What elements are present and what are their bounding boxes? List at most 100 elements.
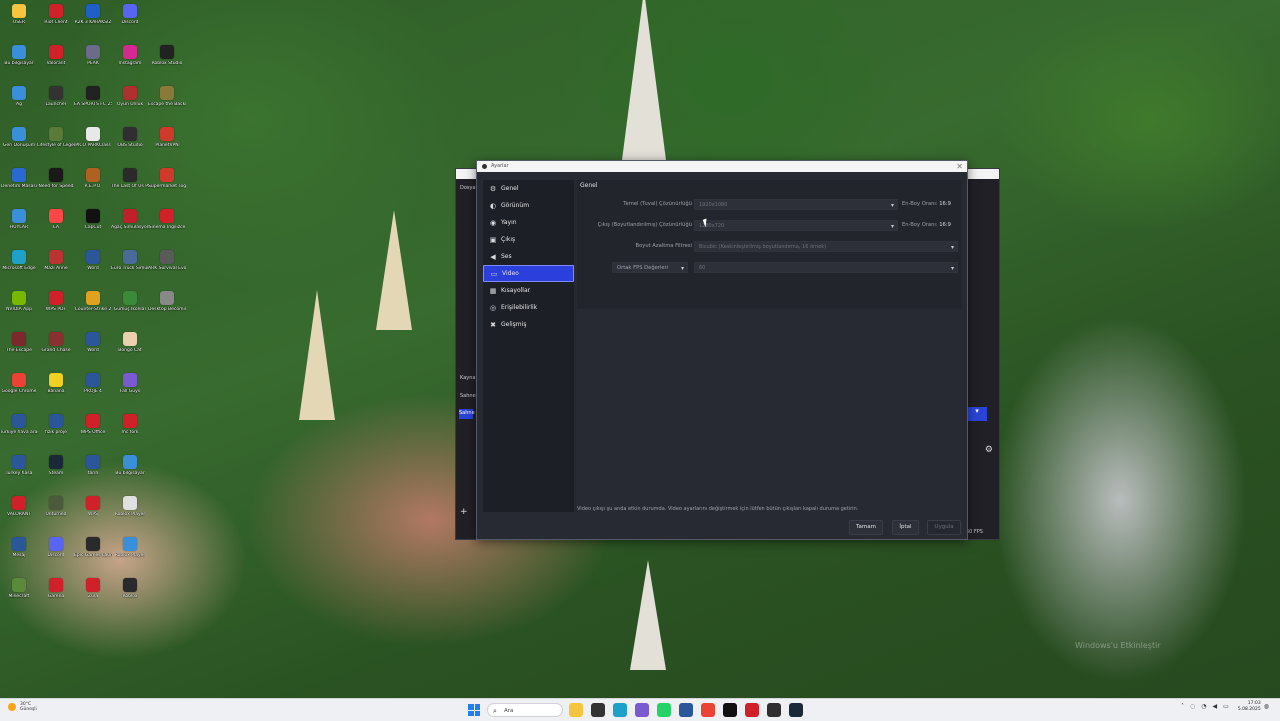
desktop-icon[interactable]: Türkiye hava aracı — [0, 410, 38, 452]
speaker-icon[interactable]: ◀ — [1213, 703, 1218, 710]
terminal-icon[interactable] — [591, 703, 605, 717]
fps-type-combo[interactable]: Ortak FPS Değerleri ▾ — [612, 262, 688, 273]
desktop-icon[interactable]: Turkey hasa — [0, 451, 38, 493]
desktop-icon[interactable]: fizik proje — [37, 410, 75, 452]
wifi-icon[interactable]: ◔ — [1201, 703, 1206, 710]
desktop-icon[interactable]: Need for Speed — [37, 164, 75, 206]
desktop-icon[interactable]: WPS — [74, 492, 112, 534]
notification-icon[interactable]: ◍ — [1264, 703, 1269, 710]
desktop-icon[interactable]: Word — [74, 328, 112, 370]
windows-start-icon[interactable] — [468, 704, 480, 716]
desktop-icon[interactable]: PEAK — [74, 41, 112, 83]
base-resolution-combo[interactable]: 1920x1080 ▾ — [694, 199, 898, 210]
desktop-icon[interactable]: Supermarket Together — [148, 164, 186, 206]
desktop-icon[interactable]: Grand Chase — [37, 328, 75, 370]
desktop-icon[interactable]: Bu bilgisayar — [111, 451, 149, 493]
file-explorer-icon[interactable] — [569, 703, 583, 717]
close-icon[interactable]: ✕ — [956, 161, 963, 172]
desktop-icon[interactable]: Mazı Anne — [37, 246, 75, 288]
desktop-icon[interactable]: Word — [74, 246, 112, 288]
desktop-icon[interactable]: ARK Survival Evolved — [148, 246, 186, 288]
capcut-icon[interactable] — [723, 703, 737, 717]
obs-menu-file[interactable]: Dosya — [460, 185, 476, 191]
desktop-icon[interactable]: Roblox Player — [111, 533, 149, 575]
desktop-icon[interactable]: Banana — [37, 369, 75, 411]
desktop-icon[interactable]: Google Chrome — [0, 369, 38, 411]
obs-scene-selected[interactable]: Sahne — [459, 409, 475, 419]
desktop-icon[interactable]: PICO PARKClass — [74, 123, 112, 165]
chevron-up-icon[interactable]: ˄ — [1181, 703, 1184, 710]
desktop-icon[interactable]: mc fork — [111, 410, 149, 452]
clock[interactable]: 17:03 5.08.2025 — [1238, 701, 1261, 712]
category-yayın[interactable]: ◉ Yayın — [483, 214, 574, 231]
category-ses[interactable]: ◀ Ses — [483, 248, 574, 265]
ok-button[interactable]: Tamam — [849, 520, 883, 535]
output-resolution-combo[interactable]: 1280x720 ▾ — [694, 220, 898, 231]
category-kısayollar[interactable]: ▦ Kısayollar — [483, 282, 574, 299]
desktop-icon[interactable]: PlanetVPN — [148, 123, 186, 165]
desktop-icon[interactable]: R2K 3 KARAKSIZ — [74, 0, 112, 42]
chrome-icon[interactable] — [701, 703, 715, 717]
desktop-icon[interactable]: Gümüş İkonlar — [111, 287, 149, 329]
desktop-icon[interactable]: Mesaj — [0, 533, 38, 575]
gear-icon[interactable]: ⚙ — [985, 445, 993, 455]
downscale-filter-combo[interactable]: Bicubic (Keskinleştirilmiş boyutlandırma… — [694, 241, 958, 252]
desktop-icon[interactable]: Euro Truck Simulator 2 — [111, 246, 149, 288]
desktop-icon[interactable]: Unturned — [37, 492, 75, 534]
desktop-icon[interactable]: Denetim Masası — [0, 164, 38, 206]
desktop-icon[interactable]: USER — [0, 0, 38, 42]
desktop-icon[interactable]: Launcher — [37, 82, 75, 124]
category-erişilebilirlik[interactable]: ◎ Erişilebilirlik — [483, 299, 574, 316]
obs-dropdown-icon[interactable]: ▾ — [967, 407, 987, 421]
word-icon[interactable] — [679, 703, 693, 717]
desktop-icon[interactable]: Oyun Ünlük — [111, 82, 149, 124]
desktop-icon[interactable]: CapCut — [74, 205, 112, 247]
wps-icon[interactable] — [745, 703, 759, 717]
copilot-icon[interactable] — [635, 703, 649, 717]
desktop-icon[interactable]: OBS Studio — [111, 123, 149, 165]
desktop-icon[interactable]: The Escape — [0, 328, 38, 370]
desktop-icon[interactable]: EA SPORTS FC 25 — [74, 82, 112, 124]
weather-widget[interactable]: 30°C Güneşli — [8, 702, 37, 712]
desktop-icon[interactable]: Ağ — [0, 82, 38, 124]
apply-button[interactable]: Uygula — [927, 520, 961, 535]
desktop-icon[interactable]: Lifestyle of Legends — [37, 123, 75, 165]
desktop-icon[interactable]: R.E.P.O. — [74, 164, 112, 206]
desktop-icon[interactable]: Roblox Studio — [148, 41, 186, 83]
desktop-icon[interactable]: PROJE 4 — [74, 369, 112, 411]
battery-icon[interactable]: ▭ — [1223, 703, 1229, 710]
desktop-icon[interactable]: The Last Of Us Part I — [111, 164, 149, 206]
settings-titlebar[interactable]: Ayarlar ✕ — [477, 161, 967, 172]
desktop-icon[interactable]: Minecraft — [0, 574, 38, 616]
desktop-icon[interactable]: Roblox — [111, 574, 149, 616]
cancel-button[interactable]: İptal — [892, 520, 919, 535]
desktop-icon[interactable]: Riot Client — [37, 0, 75, 42]
desktop-icon[interactable]: VALORANT — [0, 492, 38, 534]
desktop-icon[interactable]: Fall Guys — [111, 369, 149, 411]
fps-value-combo[interactable]: 60 ▾ — [694, 262, 958, 273]
desktop-icon[interactable]: Microsoft Edge — [0, 246, 38, 288]
desktop-icon[interactable]: Garena — [37, 574, 75, 616]
desktop-icon[interactable]: HUYLAR — [0, 205, 38, 247]
taskbar-search[interactable]: ⌕ Ara — [487, 703, 563, 717]
desktop-icon[interactable]: Discord — [37, 533, 75, 575]
category-video[interactable]: ▭ Video — [483, 265, 574, 282]
network-icon[interactable]: ◌ — [1190, 703, 1195, 710]
desktop-icon[interactable]: Steam — [37, 451, 75, 493]
desktop-icon[interactable]: Zula — [74, 574, 112, 616]
category-çıkış[interactable]: ▣ Çıkış — [483, 231, 574, 248]
category-gelişmiş[interactable]: ✖ Gelişmiş — [483, 316, 574, 333]
category-görünüm[interactable]: ◐ Görünüm — [483, 197, 574, 214]
steam-icon[interactable] — [789, 703, 803, 717]
desktop-icon[interactable]: Desktop Becoming — [148, 287, 186, 329]
desktop-icon[interactable]: Escape the Backrooms — [148, 82, 186, 124]
desktop-icon[interactable]: WPS Office — [74, 410, 112, 452]
desktop-icon[interactable]: NVIDIA App — [0, 287, 38, 329]
whatsapp-icon[interactable] — [657, 703, 671, 717]
obs-icon[interactable] — [767, 703, 781, 717]
desktop-icon[interactable]: Bu bilgisayar — [0, 41, 38, 83]
desktop-icon[interactable]: Geri Dönüşüm — [0, 123, 38, 165]
desktop-icon[interactable]: Counter-Strike 2 — [74, 287, 112, 329]
desktop-icon[interactable]: tarih — [74, 451, 112, 493]
desktop-icon[interactable]: Ağaç Simülasyon — [111, 205, 149, 247]
